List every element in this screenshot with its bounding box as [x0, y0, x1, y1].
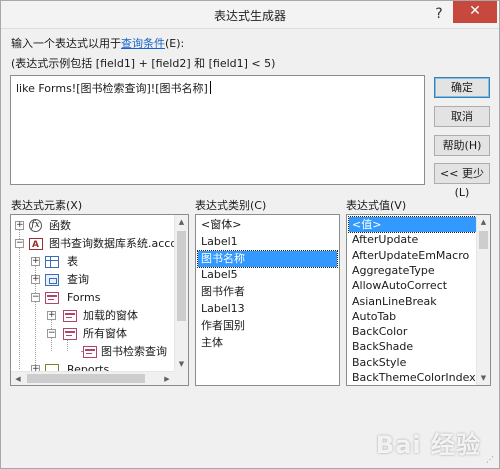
form-icon — [83, 346, 97, 358]
query-criteria-link[interactable]: 查询条件 — [121, 37, 165, 50]
scroll-up-icon[interactable]: ▲ — [477, 215, 490, 229]
value-item[interactable]: BackColor — [349, 324, 476, 339]
expand-icon[interactable]: + — [31, 257, 40, 266]
elements-tree[interactable]: + fx 函数 − 图书查询数据库系统.accdb + 表 + 查询 − For… — [10, 214, 189, 386]
scroll-corner — [174, 371, 188, 385]
scroll-thumb[interactable] — [177, 231, 186, 321]
tree-item-label: 所有窗体 — [83, 327, 127, 340]
expression-text: like Forms![图书检索查询]![图书名称] — [16, 82, 208, 95]
tree-item-label: 查询 — [67, 273, 89, 286]
scroll-up-icon[interactable]: ▲ — [175, 215, 188, 229]
expand-icon[interactable]: + — [31, 275, 40, 284]
value-item[interactable]: AllowAutoCorrect — [349, 278, 476, 293]
title-bar: 表达式生成器 ? ✕ — [1, 1, 499, 29]
query-icon — [45, 274, 59, 286]
categories-label: 表达式类别(C) — [195, 199, 267, 212]
less-button[interactable]: << 更少(L) — [434, 163, 490, 199]
database-icon — [29, 236, 43, 254]
close-button[interactable]: ✕ — [453, 1, 497, 23]
collapse-icon[interactable]: − — [15, 239, 24, 248]
value-item[interactable]: AggregateType — [349, 263, 476, 278]
category-item[interactable]: 图书作者 — [198, 284, 337, 300]
category-item[interactable]: Label5 — [198, 267, 337, 283]
category-item[interactable]: 作者国别 — [198, 318, 337, 334]
scroll-down-icon[interactable]: ▼ — [175, 357, 188, 371]
elements-horizontal-scrollbar[interactable]: ◀ ▶ — [11, 371, 174, 385]
scroll-thumb[interactable] — [27, 374, 145, 383]
value-item[interactable]: AsianLineBreak — [349, 294, 476, 309]
tree-item-label: 表 — [67, 255, 78, 268]
category-item[interactable]: Label1 — [198, 234, 337, 250]
form-icon — [63, 328, 77, 340]
help-icon[interactable]: ? — [425, 1, 453, 27]
values-label: 表达式值(V) — [346, 199, 407, 212]
expand-icon[interactable]: + — [15, 221, 24, 230]
collapse-icon[interactable]: − — [47, 329, 56, 338]
form-icon — [63, 310, 77, 322]
collapse-icon[interactable]: − — [31, 293, 40, 302]
scroll-right-icon[interactable]: ▶ — [160, 372, 174, 385]
table-icon — [45, 256, 59, 268]
value-item[interactable]: AfterUpdate — [349, 232, 476, 247]
scroll-left-icon[interactable]: ◀ — [11, 372, 25, 385]
values-list[interactable]: <值> AfterUpdate AfterUpdateEmMacro Aggre… — [346, 214, 491, 386]
values-vertical-scrollbar[interactable]: ▲ ▼ — [476, 215, 490, 385]
form-icon — [45, 292, 59, 304]
tree-item-label: 函数 — [49, 219, 71, 232]
categories-list[interactable]: <窗体> Label1 图书名称 Label5 图书作者 Label13 作者国… — [195, 214, 340, 386]
function-icon: fx — [29, 219, 42, 232]
tree-item-label: 图书查询数据库系统.accdb — [49, 237, 185, 250]
text-caret — [209, 81, 211, 94]
value-item-label: BackThemeColorIndex — [352, 371, 476, 384]
category-item[interactable]: Label13 — [198, 301, 337, 317]
cancel-button[interactable]: 取消 — [434, 106, 490, 127]
resize-grip-icon[interactable]: ⋰ — [486, 455, 496, 465]
value-item[interactable]: BackShade — [349, 339, 476, 354]
ok-button[interactable]: 确定 — [434, 77, 490, 98]
tree-item-label: 加载的窗体 — [83, 309, 138, 322]
tree-item-label: Forms — [67, 291, 101, 304]
category-item[interactable]: <窗体> — [198, 217, 337, 233]
expression-builder-window: 表达式生成器 ? ✕ 输入一个表达式以用于查询条件(E): (表达式示例包括 [… — [0, 0, 500, 469]
scroll-down-icon[interactable]: ▼ — [477, 371, 490, 385]
elements-label: 表达式元素(X) — [11, 199, 83, 212]
scroll-thumb[interactable] — [479, 231, 488, 249]
tree-item-label: 图书检索查询 — [101, 345, 167, 358]
expression-example-hint: (表达式示例包括 [field1] + [field2] 和 [field1] … — [11, 57, 276, 70]
expression-prompt: 输入一个表达式以用于查询条件(E): — [11, 35, 184, 51]
category-item-selected[interactable]: 图书名称 — [197, 249, 338, 268]
value-item-selected[interactable]: <值> — [348, 216, 477, 233]
watermark-logo: Bai 经验 — [375, 431, 481, 459]
elements-vertical-scrollbar[interactable]: ▲ ▼ — [174, 215, 188, 371]
expand-icon[interactable]: + — [47, 311, 56, 320]
prompt-prefix: 输入一个表达式以用于 — [11, 37, 121, 50]
expression-input[interactable]: like Forms![图书检索查询]![图书名称] — [10, 75, 425, 185]
value-item[interactable]: BackStyle — [349, 355, 476, 370]
value-item-last[interactable]: BackThemeColorIndex — [349, 370, 476, 385]
value-item[interactable]: AutoTab — [349, 309, 476, 324]
help-button[interactable]: 帮助(H) — [434, 135, 490, 156]
value-item[interactable]: AfterUpdateEmMacro — [349, 248, 476, 263]
category-item[interactable]: 主体 — [198, 335, 337, 351]
prompt-suffix: (E): — [165, 37, 185, 50]
